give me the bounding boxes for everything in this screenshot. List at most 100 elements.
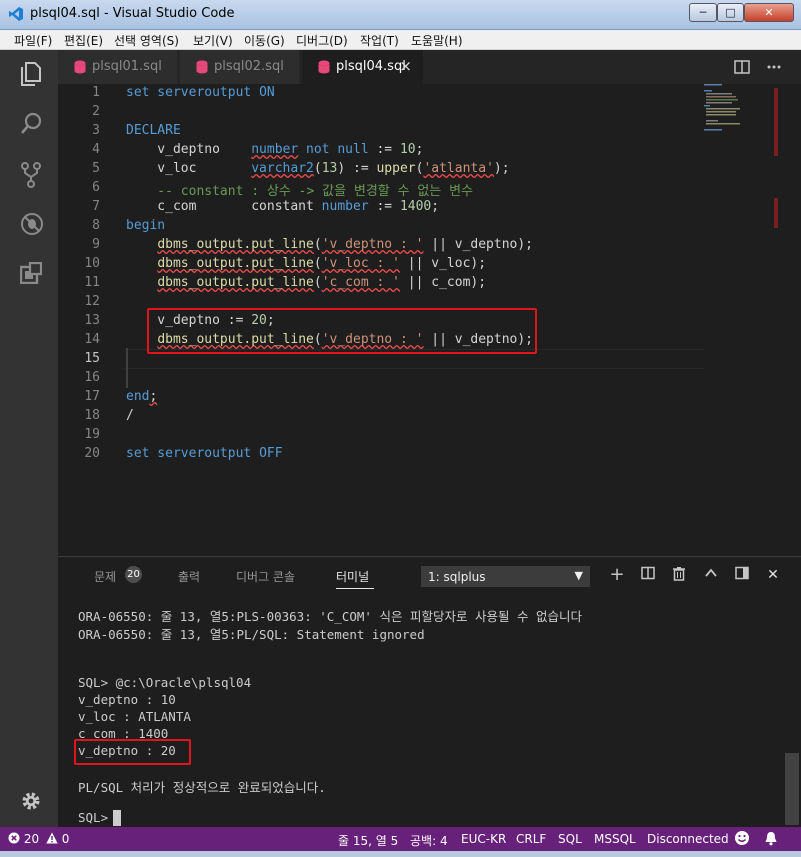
menu-debug[interactable]: 디버그(D) xyxy=(296,32,348,49)
tab-terminal[interactable]: 터미널 xyxy=(336,568,369,585)
line-number: 10 xyxy=(84,256,100,271)
menu-go[interactable]: 이동(G) xyxy=(244,32,285,49)
explorer-button[interactable] xyxy=(0,50,58,98)
line-number: 15 xyxy=(84,351,100,366)
close-tab-icon[interactable]: × xyxy=(399,57,412,75)
code-line: dbms_output.put_line('v_deptno : ' || v_… xyxy=(126,237,533,252)
code-token: number xyxy=(321,199,369,214)
menu-tasks[interactable]: 작업(T) xyxy=(360,32,399,49)
code-token: / xyxy=(126,408,134,423)
smiley-icon xyxy=(735,831,749,845)
line-number: 20 xyxy=(84,446,100,461)
code-token: ( xyxy=(313,256,322,271)
chevron-up-icon xyxy=(705,568,717,577)
tab-plsql04[interactable]: plsql04.sql × xyxy=(302,50,424,84)
warning-icon xyxy=(46,832,58,844)
code-token: := xyxy=(368,142,400,157)
code-line: set serveroutput OFF xyxy=(126,446,283,461)
menu-bar: 파일(F) 편집(E) 선택 영역(S) 보기(V) 이동(G) 디버그(D) … xyxy=(0,30,801,50)
source-control-button[interactable] xyxy=(0,150,58,198)
code-token: -- constant : 상수 -> 값을 변경할 수 없는 변수 xyxy=(126,184,474,199)
code-token: ( xyxy=(313,237,322,252)
code-token: set serveroutput xyxy=(126,85,260,100)
window-title-bar: plsql04.sql - Visual Studio Code ─ □ ✕ xyxy=(0,0,801,30)
split-editor-icon xyxy=(734,60,750,74)
code-token: c_com constant xyxy=(126,199,322,214)
tab-problems[interactable]: 문제 xyxy=(94,568,116,585)
code-token: ; xyxy=(431,199,440,214)
database-icon xyxy=(318,60,330,74)
menu-file[interactable]: 파일(F) xyxy=(14,32,52,49)
code-token: v_loc xyxy=(126,161,252,176)
terminal-line: ORA-06550: 줄 13, 열5:PLS-00363: 'C_COM' 식… xyxy=(78,609,583,624)
code-token: || v_deptno); xyxy=(423,237,534,252)
line-number: 2 xyxy=(92,104,100,119)
split-terminal-button[interactable] xyxy=(639,566,657,584)
errors-status[interactable]: 20 0 xyxy=(8,832,69,846)
bottom-panel: 문제 20 출력 디버그 콘솔 터미널 1: sqlplus ▼ + ✕ ORA… xyxy=(58,556,801,827)
errors-count: 20 xyxy=(23,832,40,846)
line-number: 13 xyxy=(84,313,100,328)
maximize-button[interactable]: □ xyxy=(717,3,744,22)
trash-icon xyxy=(673,567,685,581)
line-number: 14 xyxy=(84,332,100,347)
line-number: 6 xyxy=(92,180,100,195)
menu-selection[interactable]: 선택 영역(S) xyxy=(114,32,179,49)
error-icon xyxy=(8,832,20,844)
extensions-icon xyxy=(20,262,42,284)
debug-button[interactable] xyxy=(0,200,58,248)
tab-debug-console[interactable]: 디버그 콘솔 xyxy=(236,568,295,585)
menu-view[interactable]: 보기(V) xyxy=(193,32,233,49)
terminal-line: v_loc : ATLANTA xyxy=(78,709,191,724)
code-line: DECLARE xyxy=(126,123,181,138)
extensions-button[interactable] xyxy=(0,250,58,298)
tab-label: plsql02.sql xyxy=(214,59,284,74)
split-editor-button[interactable] xyxy=(734,59,750,79)
window-bottom-edge xyxy=(0,851,801,857)
indentation[interactable]: 공백: 4 xyxy=(410,832,448,849)
search-icon xyxy=(21,112,42,134)
more-actions-button[interactable] xyxy=(766,59,782,79)
code-token: OFF xyxy=(259,446,283,461)
maximize-panel-button[interactable] xyxy=(733,566,751,584)
code-line: dbms_output.put_line('c_com : ' || c_com… xyxy=(126,275,486,290)
terminal-select[interactable]: 1: sqlplus ▼ xyxy=(421,566,590,587)
line-number: 11 xyxy=(84,275,100,290)
problems-count-badge: 20 xyxy=(125,566,142,583)
notifications-button[interactable] xyxy=(764,831,778,849)
code-editor[interactable]: 1 2 3 4 5 6 7 8 9 10 11 12 13 14 15 16 1… xyxy=(58,84,801,556)
feedback-button[interactable] xyxy=(734,830,750,849)
code-line: -- constant : 상수 -> 값을 변경할 수 없는 변수 xyxy=(126,180,473,199)
gear-icon xyxy=(22,792,40,810)
line-number: 1 xyxy=(92,85,100,100)
code-token: dbms_output.put_line xyxy=(157,275,314,290)
close-icon[interactable]: ✕ xyxy=(764,566,782,584)
connection-status[interactable]: Disconnected xyxy=(647,832,729,846)
settings-button[interactable] xyxy=(0,778,58,826)
tab-plsql02[interactable]: plsql02.sql xyxy=(180,50,300,84)
close-window-button[interactable]: ✕ xyxy=(744,3,794,22)
sql-dialect[interactable]: MSSQL xyxy=(594,832,636,846)
terminal-scrollbar[interactable] xyxy=(785,753,799,825)
panel-up-button[interactable] xyxy=(702,566,720,584)
minimap[interactable] xyxy=(704,84,764,134)
line-number: 8 xyxy=(92,218,100,233)
menu-help[interactable]: 도움말(H) xyxy=(411,32,463,49)
encoding[interactable]: EUC-KR xyxy=(461,832,506,846)
search-button[interactable] xyxy=(0,100,58,148)
tab-output[interactable]: 출력 xyxy=(178,568,200,585)
minimize-button[interactable]: ─ xyxy=(689,3,717,22)
code-line: dbms_output.put_line('v_loc : ' || v_loc… xyxy=(126,256,486,271)
plus-icon[interactable]: + xyxy=(608,566,626,584)
editor-scrollbar[interactable] xyxy=(771,84,785,556)
menu-edit[interactable]: 편집(E) xyxy=(64,32,103,49)
kill-terminal-button[interactable] xyxy=(670,566,688,584)
tab-plsql01[interactable]: plsql01.sql xyxy=(58,50,178,84)
language-mode[interactable]: SQL xyxy=(558,832,582,846)
cursor-position[interactable]: 줄 15, 열 5 xyxy=(338,832,398,849)
line-ending[interactable]: CRLF xyxy=(516,832,546,846)
files-icon xyxy=(21,62,41,86)
